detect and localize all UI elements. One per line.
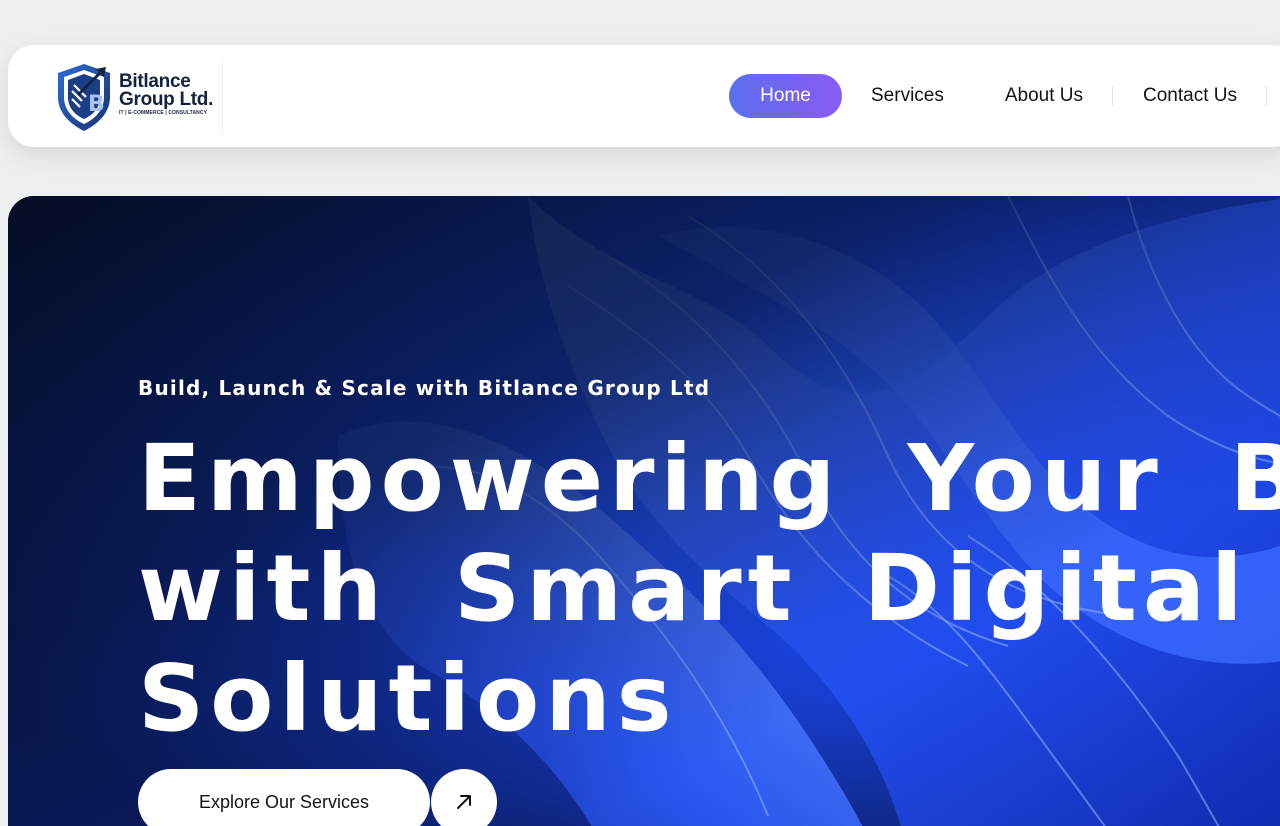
logo-name-line2: Group Ltd. (119, 89, 214, 110)
hero-title-line2: with Smart Digital (138, 535, 1249, 642)
logo-name: Bitlance Group Ltd. (119, 72, 214, 110)
site-header: B Bitlance Group Ltd. IT | E-COMMERCE | … (8, 45, 1280, 147)
hero-tagline: Build, Launch & Scale with Bitlance Grou… (138, 376, 711, 400)
nav-contact-us[interactable]: Contact Us (1143, 74, 1237, 118)
nav-divider (1112, 86, 1114, 106)
main-nav: Home Services About Us Contact Us (729, 74, 1267, 118)
nav-services[interactable]: Services (871, 74, 944, 118)
nav-about-us[interactable]: About Us (1005, 74, 1083, 118)
nav-home[interactable]: Home (729, 74, 842, 118)
hero-cta-group: Explore Our Services (138, 769, 497, 826)
arrow-up-right-icon (457, 795, 471, 809)
hero-title-line3: Solutions (138, 645, 678, 752)
logo-subtitle: IT | E-COMMERCE | CONSULTANCY (119, 110, 208, 116)
nav-divider (1266, 86, 1267, 106)
hero-title-line1: Empowering Your B (138, 425, 1280, 532)
logo[interactable]: B Bitlance Group Ltd. IT | E-COMMERCE | … (52, 61, 223, 133)
svg-text:B: B (88, 92, 105, 117)
hero-section: Build, Launch & Scale with Bitlance Grou… (8, 196, 1280, 826)
page: B Bitlance Group Ltd. IT | E-COMMERCE | … (0, 0, 1280, 826)
explore-services-button[interactable]: Explore Our Services (138, 769, 430, 826)
hero-title: Empowering Your B with Smart Digital Sol… (138, 424, 1280, 754)
cta-arrow-button[interactable] (431, 769, 497, 826)
shield-logo-icon: B (58, 64, 110, 131)
